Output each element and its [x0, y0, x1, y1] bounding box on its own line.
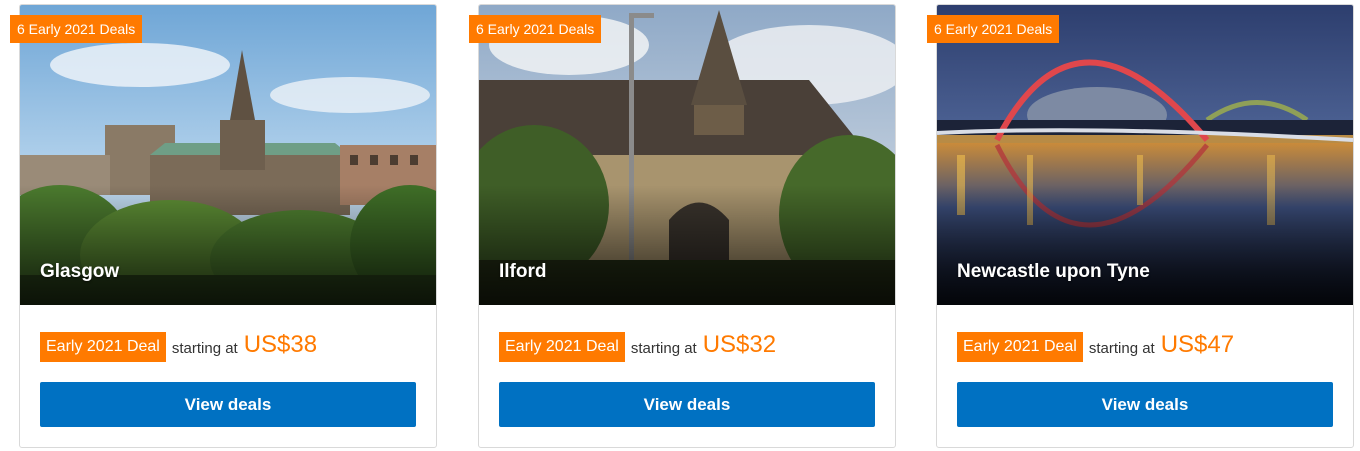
deal-card-newcastle[interactable]: Newcastle upon Tyne Early 2021 Deal star…	[936, 4, 1354, 448]
price-row: Early 2021 Deal starting at US$38	[40, 331, 318, 362]
starting-at-label: starting at	[171, 339, 238, 357]
deal-badge: Early 2021 Deal	[40, 332, 166, 362]
price-row: Early 2021 Deal starting at US$32	[499, 331, 777, 362]
photo-gradient-overlay	[479, 185, 895, 305]
price-value: US$32	[702, 331, 777, 358]
city-name[interactable]: Glasgow	[40, 261, 119, 283]
deal-badge: Early 2021 Deal	[957, 332, 1083, 362]
view-deals-button[interactable]: View deals	[957, 382, 1333, 427]
deals-count-ribbon: 6 Early 2021 Deals	[10, 15, 143, 43]
price-value: US$38	[243, 331, 318, 358]
deal-cards-row: Glasgow Early 2021 Deal starting at US$3…	[0, 0, 1360, 451]
city-name[interactable]: Newcastle upon Tyne	[957, 261, 1150, 283]
view-deals-button[interactable]: View deals	[499, 382, 875, 427]
deal-badge: Early 2021 Deal	[499, 332, 625, 362]
price-value: US$47	[1160, 331, 1235, 358]
view-deals-button[interactable]: View deals	[40, 382, 416, 427]
city-photo-ilford[interactable]: Ilford	[479, 5, 895, 305]
starting-at-label: starting at	[1088, 339, 1155, 357]
city-photo-glasgow[interactable]: Glasgow	[20, 5, 436, 305]
starting-at-label: starting at	[630, 339, 697, 357]
deals-count-ribbon: 6 Early 2021 Deals	[927, 15, 1060, 43]
deal-card-ilford[interactable]: Ilford Early 2021 Deal starting at US$32…	[478, 4, 896, 448]
city-name[interactable]: Ilford	[499, 261, 547, 283]
photo-gradient-overlay	[937, 185, 1353, 305]
photo-gradient-overlay	[20, 185, 436, 305]
deal-card-glasgow[interactable]: Glasgow Early 2021 Deal starting at US$3…	[19, 4, 437, 448]
city-photo-newcastle[interactable]: Newcastle upon Tyne	[937, 5, 1353, 305]
price-row: Early 2021 Deal starting at US$47	[957, 331, 1235, 362]
deals-count-ribbon: 6 Early 2021 Deals	[469, 15, 602, 43]
